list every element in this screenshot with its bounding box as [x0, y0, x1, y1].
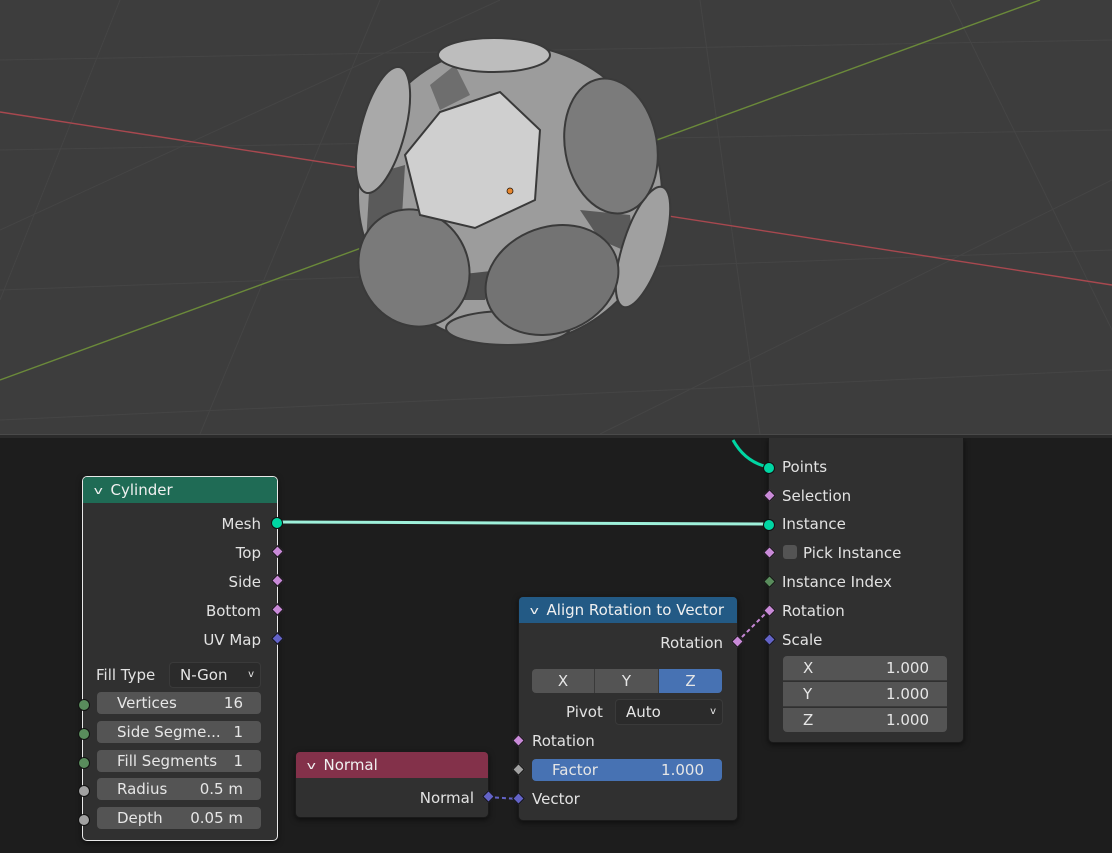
mesh-object[interactable]: [337, 37, 681, 353]
radius-label: Radius: [117, 780, 168, 798]
pivot-label: Pivot: [566, 703, 603, 721]
normal-node[interactable]: v Normal Normal: [295, 751, 489, 818]
scale-y-field[interactable]: Y 1.000: [783, 682, 947, 707]
collapse-chevron-icon[interactable]: v: [94, 484, 103, 497]
collapse-chevron-icon[interactable]: v: [530, 604, 539, 617]
scale-z-field[interactable]: Z 1.000: [783, 708, 947, 732]
factor-field[interactable]: Factor 1.000: [532, 759, 722, 781]
mesh-output-socket[interactable]: [271, 517, 283, 529]
fill-segments-label: Fill Segments: [117, 752, 218, 770]
instance-on-points-node[interactable]: Points Selection Instance Pick Instance …: [768, 438, 964, 743]
scale-x-axis: X: [803, 659, 814, 677]
depth-field[interactable]: Depth 0.05 m: [97, 807, 261, 829]
output-top-label: Top: [235, 544, 261, 562]
input-rotation-label: Rotation: [532, 732, 595, 750]
3d-viewport[interactable]: [0, 0, 1112, 434]
rotation-label: Rotation: [782, 602, 845, 620]
axis-z-button[interactable]: Z: [659, 669, 722, 693]
points-label: Points: [782, 458, 828, 476]
pivot-dropdown[interactable]: Auto v: [615, 699, 723, 725]
factor-label: Factor: [552, 761, 598, 779]
output-mesh-label: Mesh: [221, 515, 262, 533]
cylinder-node[interactable]: v Cylinder Mesh Top Side Bottom UV Map F…: [82, 476, 278, 841]
normal-node-header[interactable]: v Normal: [296, 752, 488, 778]
node-editor[interactable]: v Cylinder Mesh Top Side Bottom UV Map F…: [0, 438, 1112, 853]
input-vector-label: Vector: [532, 790, 580, 808]
output-normal-label: Normal: [419, 789, 474, 807]
chevron-down-icon: v: [248, 669, 254, 680]
depth-value: 0.05 m: [190, 809, 243, 827]
instance-index-label: Instance Index: [782, 573, 892, 591]
vertices-label: Vertices: [117, 694, 177, 712]
vertices-value: 16: [223, 694, 243, 712]
pivot-value: Auto: [626, 703, 661, 721]
fill-segments-value: 1: [233, 752, 243, 770]
scale-z-axis: Z: [803, 711, 814, 729]
fill-type-label: Fill Type: [96, 666, 156, 684]
viewport-scene: [0, 0, 1112, 434]
align-rotation-node-header[interactable]: v Align Rotation to Vector: [519, 597, 737, 623]
pick-instance-label: Pick Instance: [803, 544, 902, 562]
vertices-field[interactable]: Vertices 16: [97, 692, 261, 714]
link-points: [731, 439, 769, 469]
output-uvmap-label: UV Map: [203, 631, 261, 649]
scale-x-field[interactable]: X 1.000: [783, 656, 947, 681]
fill-segments-input-socket[interactable]: [78, 757, 90, 769]
node-title: Normal: [323, 756, 378, 774]
radius-field[interactable]: Radius 0.5 m: [97, 778, 261, 800]
fill-type-dropdown[interactable]: N-Gon v: [169, 662, 261, 688]
scale-y-value: 1.000: [886, 685, 929, 703]
align-rotation-node[interactable]: v Align Rotation to Vector Rotation X Y …: [518, 596, 738, 821]
axis-x-button[interactable]: X: [532, 669, 595, 693]
instance-input-socket[interactable]: [763, 519, 775, 531]
side-segments-value: 1: [233, 723, 243, 741]
side-segments-input-socket[interactable]: [78, 728, 90, 740]
node-title: Cylinder: [110, 481, 173, 499]
scale-x-value: 1.000: [886, 659, 929, 677]
output-rotation-label: Rotation: [660, 634, 723, 652]
scale-label: Scale: [782, 631, 823, 649]
chevron-down-icon: v: [710, 706, 716, 717]
fill-segments-field[interactable]: Fill Segments 1: [97, 750, 261, 772]
side-segments-field[interactable]: Side Segme... 1: [97, 721, 261, 743]
output-side-label: Side: [228, 573, 261, 591]
points-input-socket[interactable]: [763, 462, 775, 474]
output-bottom-label: Bottom: [205, 602, 261, 620]
cylinder-node-header[interactable]: v Cylinder: [83, 477, 277, 503]
vertices-input-socket[interactable]: [78, 699, 90, 711]
radius-input-socket[interactable]: [78, 785, 90, 797]
fill-type-value: N-Gon: [180, 666, 228, 684]
scale-y-axis: Y: [803, 685, 813, 703]
radius-value: 0.5 m: [199, 780, 243, 798]
depth-label: Depth: [117, 809, 163, 827]
depth-input-socket[interactable]: [78, 814, 90, 826]
collapse-chevron-icon[interactable]: v: [307, 759, 316, 772]
node-title: Align Rotation to Vector: [546, 601, 725, 619]
side-segments-label: Side Segme...: [117, 723, 221, 741]
factor-value: 1.000: [661, 761, 704, 779]
axis-y-button[interactable]: Y: [595, 669, 659, 693]
link-mesh-instance[interactable]: [276, 520, 769, 526]
instance-label: Instance: [782, 515, 846, 533]
pick-instance-checkbox[interactable]: [783, 545, 797, 559]
object-origin: [506, 187, 514, 195]
axis-selector[interactable]: X Y Z: [532, 669, 722, 693]
scale-z-value: 1.000: [886, 711, 929, 729]
selection-label: Selection: [782, 487, 852, 505]
